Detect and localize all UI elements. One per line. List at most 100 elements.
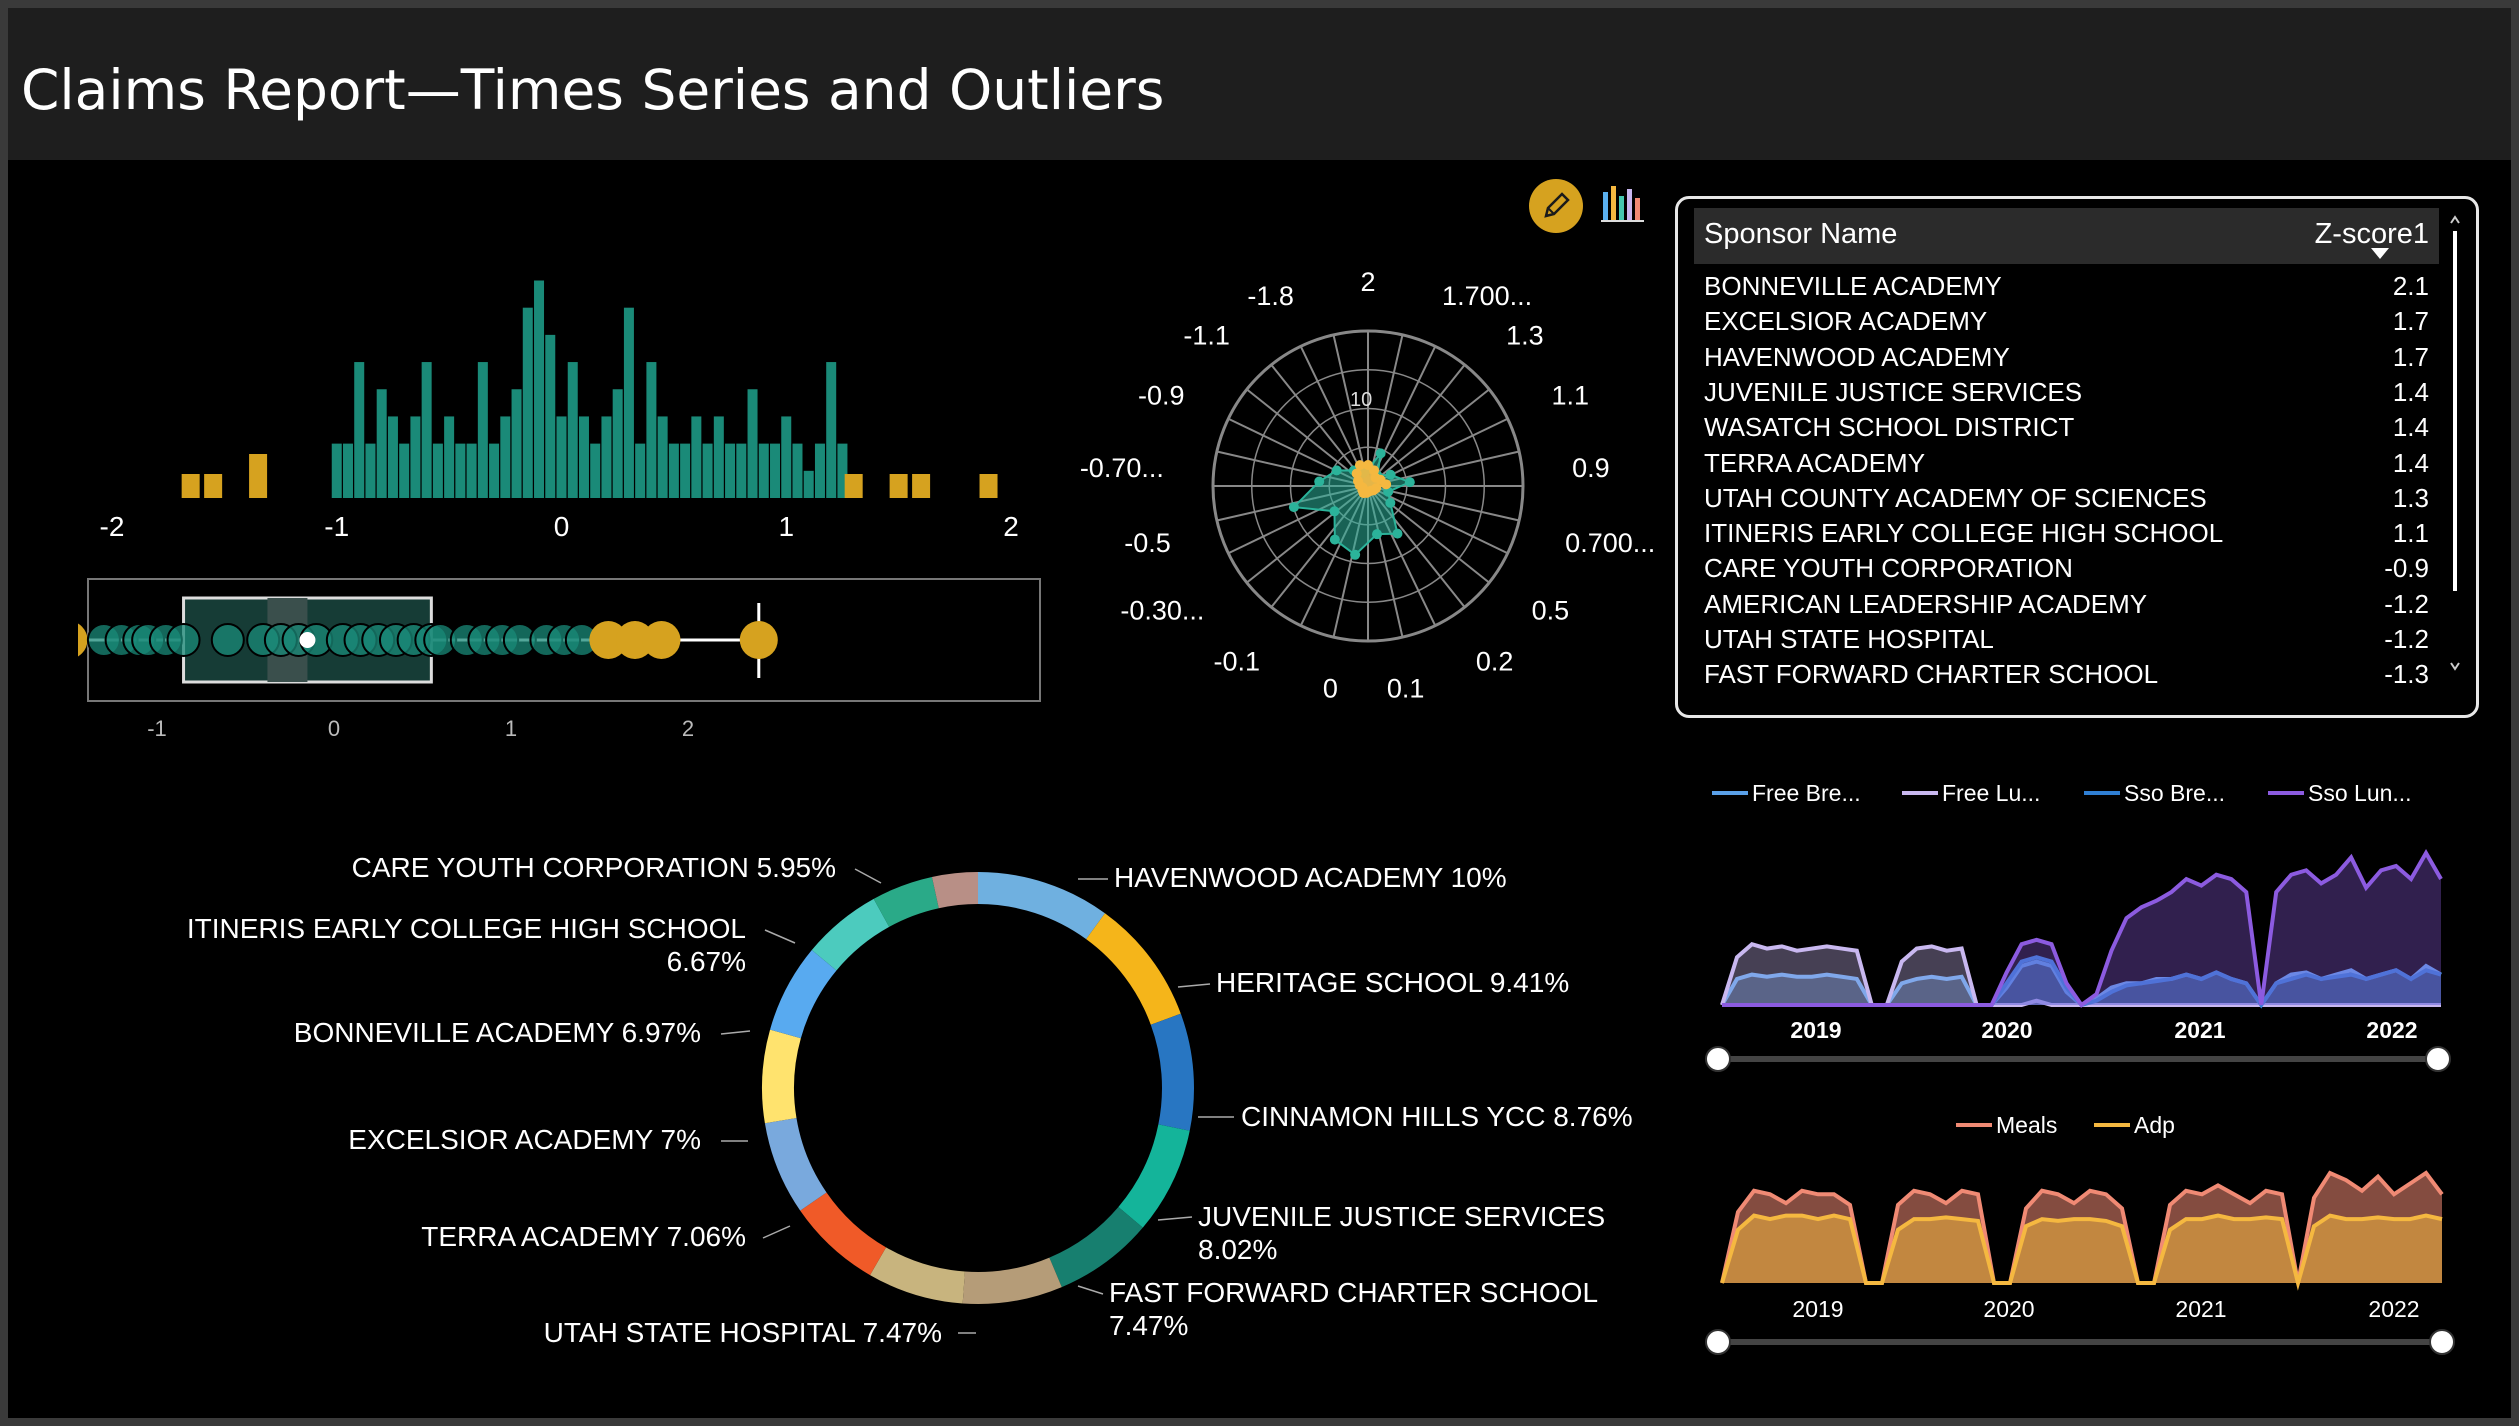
histogram-bar [466, 443, 477, 498]
column-header-zscore[interactable]: Z-score1 [2315, 218, 2429, 251]
histogram-bar [399, 443, 410, 498]
header-bar: Claims Report—Times Series and Outliers [8, 8, 2511, 160]
table-header: Sponsor Name Z-score1 [1694, 208, 2439, 264]
breakfast-lunch-area-chart[interactable]: Free Bre... Free Lu... Sso Bre... Sso Lun..… [1698, 763, 2458, 1083]
page-title: Claims Report—Times Series and Outliers [21, 58, 1165, 122]
histogram-bar [500, 416, 511, 498]
donut-slice-label: 7.47% [1109, 1310, 1188, 1341]
zscore-cell: 1.7 [2392, 341, 2429, 372]
histogram-bar [736, 443, 747, 498]
histogram-bar [432, 443, 443, 498]
table-row[interactable]: CARE YOUTH CORPORATION -0.9 [1704, 551, 2439, 586]
radar-series-teal-point [1350, 549, 1361, 560]
donut-slice [978, 872, 1105, 940]
radar-axis-label: 0.1 [1387, 674, 1425, 704]
radar-series-teal-point [1404, 477, 1415, 488]
donut-slice-label: JUVENILE JUSTICE SERVICES [1198, 1201, 1605, 1232]
histogram-bar [331, 443, 342, 498]
histogram-bar [477, 362, 488, 498]
table-row[interactable]: WASATCH SCHOOL DISTRICT 1.4 [1704, 410, 2439, 445]
sponsor-name-cell: WASATCH SCHOOL DISTRICT [1704, 412, 2075, 443]
radar-axis-label: -0.9 [1138, 381, 1185, 411]
radar-series-teal-point [1385, 469, 1396, 480]
histogram-bar [680, 443, 691, 498]
donut-leader-line [720, 1030, 751, 1035]
table-row[interactable]: EXCELSIOR ACADEMY 1.7 [1704, 304, 2439, 339]
histogram-bar [511, 389, 522, 498]
table-row[interactable]: JUVENILE JUSTICE SERVICES 1.4 [1704, 375, 2439, 410]
sponsor-name-cell: AMERICAN LEADERSHIP ACADEMY [1704, 588, 2148, 619]
histogram-bar [803, 470, 814, 498]
date-slider-start-handle-2[interactable] [1705, 1329, 1731, 1355]
sponsor-zscore-table[interactable]: Sponsor Name Z-score1 BONNEVILLE ACADEMY… [1675, 196, 2479, 718]
histogram-bar [567, 362, 578, 498]
histogram-chart[interactable]: -2 -1 0 1 2 [8, 160, 1048, 560]
donut-slice-label: HERITAGE SCHOOL 9.41% [1216, 967, 1569, 998]
donut-chart[interactable]: HAVENWOOD ACADEMY 10% HERITAGE SCHOOL 9.4… [8, 828, 1668, 1388]
histogram-tick-label: 1 [778, 511, 794, 542]
histogram-bar [556, 416, 567, 498]
sponsor-name-cell: ITINERIS EARLY COLLEGE HIGH SCHOOL [1704, 518, 2224, 549]
histogram-bar [522, 307, 533, 498]
histogram-bar [792, 443, 803, 498]
zscore-cell: -1.3 [2384, 659, 2429, 690]
donut-slice-label: 6.67% [667, 946, 746, 977]
donut-leader-line [1077, 1285, 1104, 1295]
radar-axis-label: -0.70... [1080, 453, 1164, 483]
histogram-bar [455, 443, 466, 498]
table-scrollbar[interactable] [2448, 211, 2462, 681]
sponsor-name-cell: UTAH COUNTY ACADEMY OF SCIENCES [1704, 482, 2207, 513]
histogram-bar [657, 416, 668, 498]
donut-slice [770, 950, 837, 1039]
table-row[interactable]: UTAH COUNTY ACADEMY OF SCIENCES 1.3 [1704, 481, 2439, 516]
legend-label: Adp [2134, 1112, 2175, 1138]
donut-slice [870, 1247, 965, 1304]
histogram-bar [342, 443, 353, 498]
radar-axis-label: 0.2 [1476, 646, 1514, 676]
donut-slice-label: EXCELSIOR ACADEMY 7% [348, 1124, 701, 1155]
radar-axis-label: 2 [1360, 268, 1375, 297]
histogram-bar [387, 416, 398, 498]
meals-adp-area-chart[interactable]: Meals Adp 2019 2020 2021 2022 [1698, 1103, 2458, 1363]
date-slider-start-handle[interactable] [1705, 1046, 1731, 1072]
radar-chart[interactable]: 10 2 1.700... 1.3 1.1 0.9 0.700... 0.5 0.2 0.1 0 -0… [1068, 268, 1668, 728]
table-row[interactable]: FAST FORWARD CHARTER SCHOOL -1.3 [1704, 657, 2439, 692]
radar-axis-label: -0.5 [1124, 528, 1171, 558]
table-row[interactable]: UTAH STATE HOSPITAL -1.2 [1704, 622, 2439, 657]
table-row[interactable]: BONNEVILLE ACADEMY 2.1 [1704, 269, 2439, 304]
radar-series-teal-point [1375, 448, 1386, 459]
histogram-bar [702, 443, 713, 498]
date-slider-end-handle-2[interactable] [2429, 1329, 2455, 1355]
zscore-cell: 1.4 [2392, 447, 2429, 478]
histogram-bar [646, 362, 657, 498]
table-row[interactable]: ITINERIS EARLY COLLEGE HIGH SCHOOL 1.1 [1704, 516, 2439, 551]
histogram-tick-label: 2 [1003, 511, 1019, 542]
date-slider-end-handle[interactable] [2425, 1046, 2451, 1072]
donut-slice [931, 872, 978, 909]
visual-chart-icon[interactable] [1598, 180, 1648, 230]
table-row[interactable]: AMERICAN LEADERSHIP ACADEMY -1.2 [1704, 587, 2439, 622]
histogram-bar [489, 443, 500, 498]
column-header-sponsor-name[interactable]: Sponsor Name [1704, 218, 1897, 251]
histogram-bar [844, 474, 863, 498]
donut-slice-label: UTAH STATE HOSPITAL 7.47% [544, 1317, 942, 1348]
histogram-bar [410, 416, 421, 498]
sponsor-name-cell: EXCELSIOR ACADEMY [1704, 306, 1988, 337]
zscore-cell: 1.1 [2392, 518, 2429, 549]
histogram-bar [889, 474, 908, 498]
edit-pencil-icon[interactable] [1526, 176, 1586, 236]
histogram-bar [691, 416, 702, 498]
sort-descending-icon[interactable] [2371, 248, 2389, 259]
radar-axis-label: 1.3 [1506, 321, 1544, 351]
area-tick-label: 2021 [2174, 1017, 2225, 1043]
box-outlier-point [78, 623, 88, 657]
radar-series-teal-point [1392, 528, 1403, 539]
table-row[interactable]: TERRA ACADEMY 1.4 [1704, 446, 2439, 481]
box-plot-chart[interactable]: -2-1012 [78, 568, 1048, 748]
donut-slice-label: TERRA ACADEMY 7.06% [421, 1221, 746, 1252]
area-tick-label: 2020 [1983, 1296, 2034, 1322]
table-row[interactable]: HAVENWOOD ACADEMY 1.7 [1704, 340, 2439, 375]
donut-leader-line [854, 868, 882, 884]
radar-axis-label: 0.5 [1532, 596, 1570, 626]
sponsor-name-cell: JUVENILE JUSTICE SERVICES [1704, 376, 2083, 407]
